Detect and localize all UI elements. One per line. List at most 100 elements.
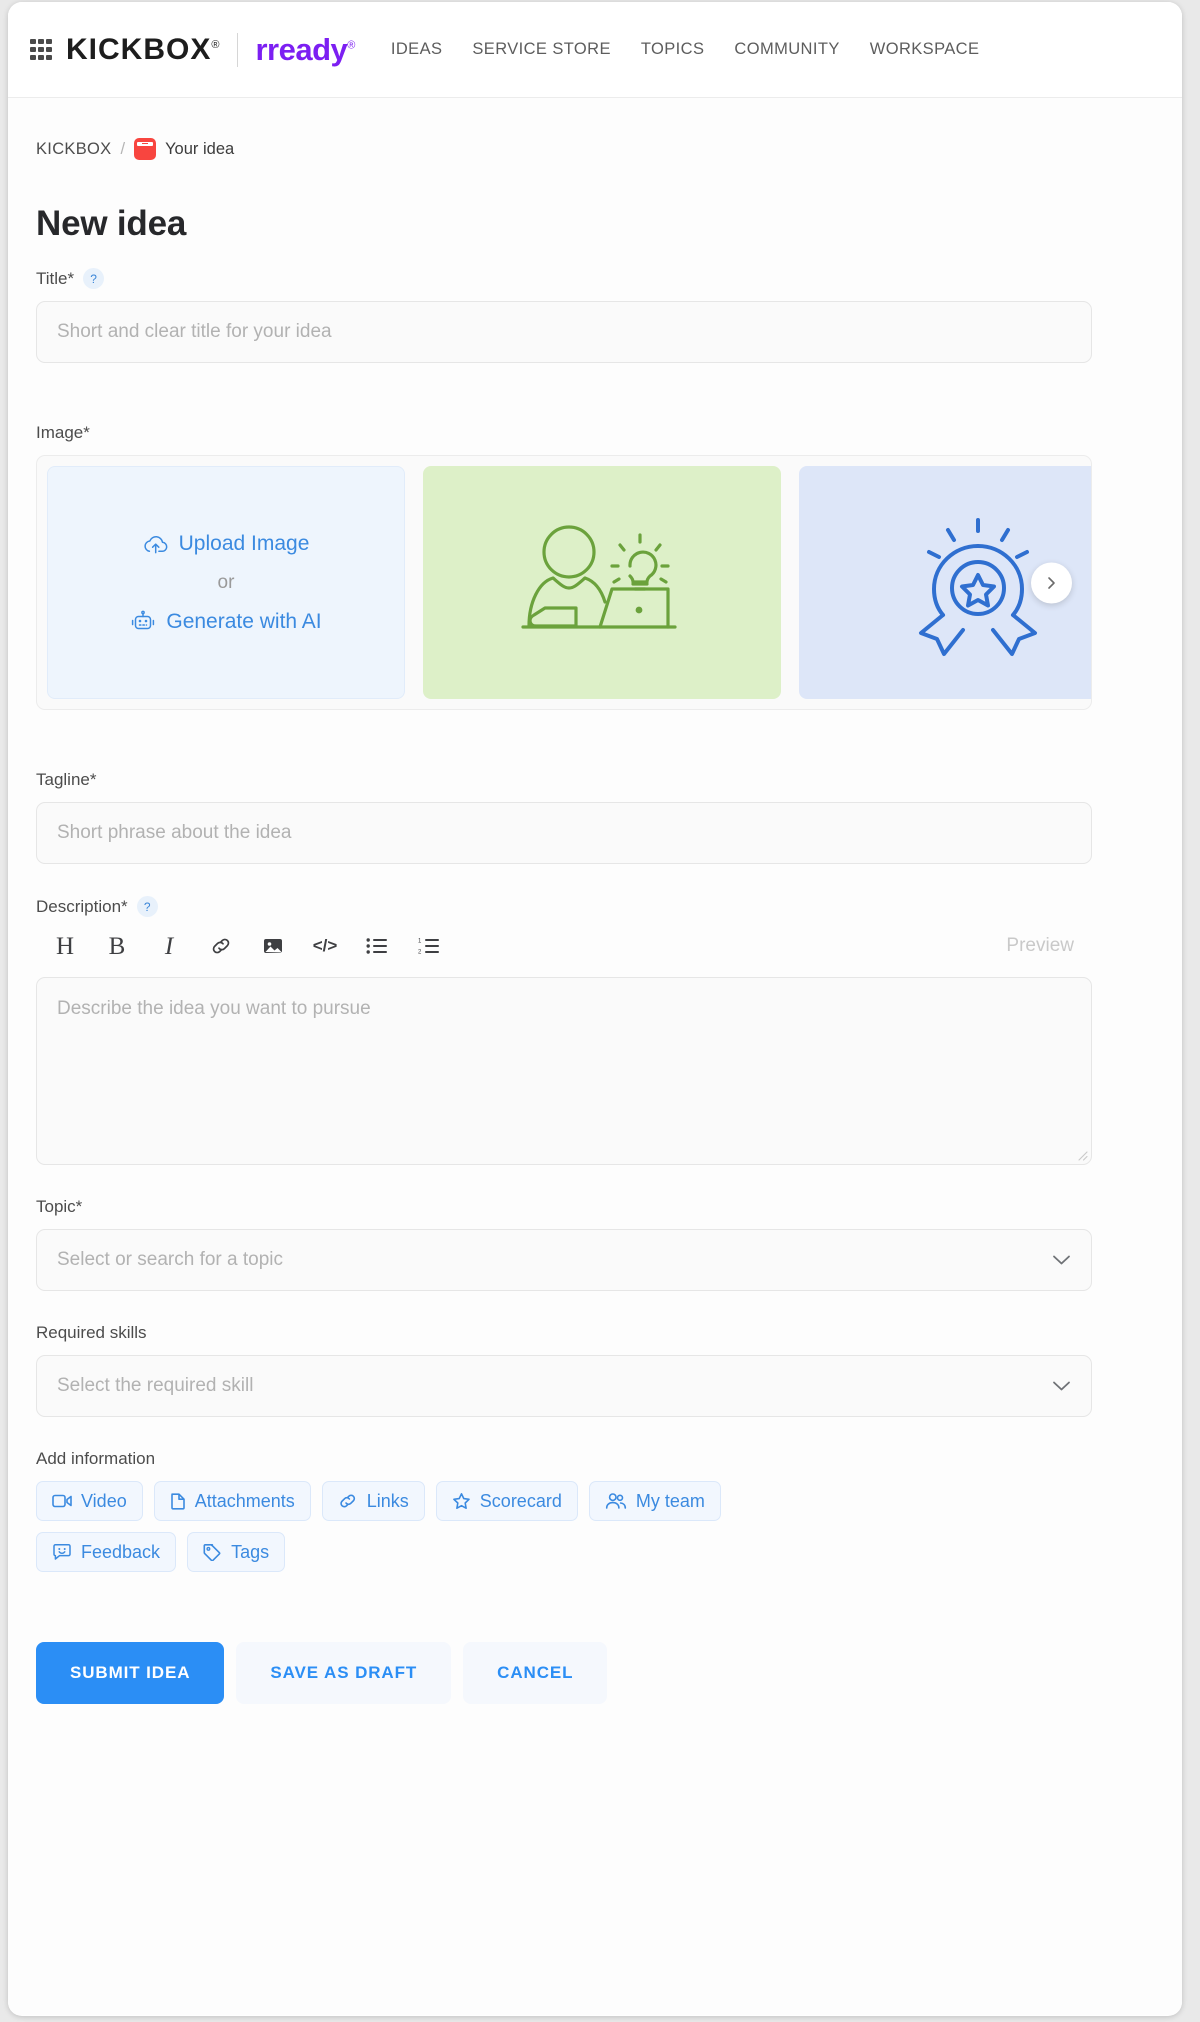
upload-image-button[interactable]: Upload Image: [143, 531, 310, 556]
required-skills-select[interactable]: Select the required skill: [36, 1355, 1092, 1417]
cancel-button[interactable]: CANCEL: [463, 1642, 608, 1704]
chip-links[interactable]: Links: [321, 1481, 425, 1521]
add-information-chip-row-1: Video Attachments Links Scorecard My tea…: [36, 1481, 1182, 1521]
breadcrumb-separator: /: [120, 139, 126, 158]
cloud-upload-icon: [143, 535, 168, 553]
people-icon: [605, 1493, 626, 1509]
chip-scorecard[interactable]: Scorecard: [435, 1481, 578, 1521]
brand-logo-kickbox-text: KICKBOX: [66, 32, 212, 66]
brand-logo-rready[interactable]: rready®: [255, 31, 355, 68]
chip-my-team[interactable]: My team: [588, 1481, 721, 1521]
video-camera-icon: [52, 1494, 72, 1508]
star-icon: [452, 1493, 470, 1509]
nav-item-topics[interactable]: TOPICS: [641, 40, 705, 59]
feedback-smiley-icon: [53, 1544, 71, 1560]
topic-field-label: Topic*: [36, 1197, 1182, 1217]
robot-icon: [132, 610, 155, 629]
chip-feedback-label: Feedback: [81, 1541, 161, 1562]
heading-icon[interactable]: H: [52, 933, 78, 959]
image-carousel: Upload Image or Generate with AI: [36, 455, 1092, 710]
tag-icon: [203, 1544, 221, 1561]
tagline-field-label: Tagline*: [36, 770, 1182, 790]
breadcrumb-item-your-idea: Your idea: [165, 139, 235, 158]
chevron-right-icon: [1048, 576, 1055, 589]
title-label-text: Title*: [36, 268, 75, 288]
nav-item-community[interactable]: COMMUNITY: [734, 40, 839, 59]
required-skills-label-text: Required skills: [36, 1323, 147, 1342]
chip-feedback[interactable]: Feedback: [36, 1532, 177, 1572]
nav-item-workspace[interactable]: WORKSPACE: [870, 40, 980, 59]
save-as-draft-button[interactable]: SAVE AS DRAFT: [236, 1642, 452, 1704]
page-content: KICKBOX / Your idea New idea Title* ? Sh…: [8, 98, 1182, 2015]
svg-text:2: 2: [418, 950, 422, 956]
question-mark-icon[interactable]: ?: [83, 268, 105, 289]
required-skills-select-value: Select the required skill: [57, 1375, 254, 1396]
chip-my-team-label: My team: [635, 1490, 705, 1511]
image-option-person-laptop-idea[interactable]: [423, 466, 781, 699]
image-field-label: Image*: [36, 423, 1182, 443]
image-icon[interactable]: [260, 933, 286, 959]
file-icon: [170, 1493, 185, 1510]
form-action-buttons: SUBMIT IDEA SAVE AS DRAFT CANCEL: [36, 1642, 1182, 1704]
title-input[interactable]: Short and clear title for your idea: [36, 301, 1092, 363]
topic-select[interactable]: Select or search for a topic: [36, 1229, 1092, 1291]
description-textarea[interactable]: Describe the idea you want to pursue: [36, 977, 1092, 1165]
bullet-list-icon[interactable]: [364, 933, 390, 959]
chip-scorecard-label: Scorecard: [479, 1490, 562, 1511]
brand-rready-registered-mark: ®: [347, 39, 355, 52]
chip-tags-label: Tags: [231, 1541, 270, 1562]
add-information-chips: Video Attachments Links Scorecard My tea…: [36, 1481, 1182, 1572]
top-navigation-bar: KICKBOX® rready® IDEAS SERVICE STORE TOP…: [8, 2, 1182, 98]
preview-toggle[interactable]: Preview: [1006, 935, 1074, 957]
description-label-text: Description*: [36, 896, 128, 916]
red-box-icon: [134, 138, 157, 160]
nav-item-service-store[interactable]: SERVICE STORE: [472, 40, 610, 59]
italic-icon[interactable]: I: [156, 933, 182, 959]
upload-or-label: or: [217, 571, 235, 593]
upload-image-label: Upload Image: [178, 531, 310, 555]
add-information-chip-row-2: Feedback Tags: [36, 1532, 1182, 1572]
chevron-down-icon: [1053, 1255, 1070, 1265]
image-label-text: Image*: [36, 423, 90, 442]
code-icon[interactable]: </>: [312, 933, 338, 959]
chip-video[interactable]: Video: [36, 1481, 143, 1521]
breadcrumb-item-kickbox[interactable]: KICKBOX: [36, 140, 111, 159]
brand-divider: [237, 32, 239, 67]
question-mark-icon[interactable]: ?: [136, 896, 158, 917]
app-launcher-grid-icon[interactable]: [30, 38, 52, 61]
description-field-label: Description* ?: [36, 896, 1182, 917]
image-upload-card[interactable]: Upload Image or Generate with AI: [47, 466, 405, 699]
chevron-down-icon: [1053, 1381, 1070, 1391]
rich-text-toolbar: H B I </> 1 2 Preview: [36, 929, 1092, 963]
carousel-next-button[interactable]: [1031, 562, 1072, 603]
bold-icon[interactable]: B: [104, 933, 130, 959]
svg-text:1: 1: [418, 939, 422, 945]
brand-logo-rready-text: rready: [255, 31, 348, 67]
generate-with-ai-button[interactable]: Generate with AI: [130, 609, 322, 634]
topic-select-value: Select or search for a topic: [57, 1249, 283, 1270]
numbered-list-icon[interactable]: 1 2: [416, 933, 442, 959]
generate-with-ai-label: Generate with AI: [166, 609, 322, 633]
chip-attachments-label: Attachments: [194, 1490, 295, 1511]
chip-tags[interactable]: Tags: [187, 1532, 286, 1572]
browser-window: KICKBOX® rready® IDEAS SERVICE STORE TOP…: [8, 2, 1182, 2016]
breadcrumb: KICKBOX / Your idea: [36, 138, 1182, 160]
add-information-label: Add information: [36, 1449, 1182, 1469]
page-title: New idea: [36, 204, 187, 243]
chip-video-label: Video: [81, 1490, 127, 1511]
tagline-input[interactable]: Short phrase about the idea: [36, 802, 1092, 864]
brand-registered-mark: ®: [211, 38, 221, 51]
link-icon[interactable]: [208, 933, 234, 959]
submit-idea-button[interactable]: SUBMIT IDEA: [36, 1642, 225, 1704]
title-field-label: Title* ?: [36, 268, 1182, 289]
illustration-person-laptop-idea-icon: [521, 524, 677, 629]
nav-item-ideas[interactable]: IDEAS: [391, 40, 443, 59]
link-chain-icon: [340, 1494, 355, 1508]
textarea-resize-handle[interactable]: [1075, 1148, 1088, 1161]
topic-label-text: Topic*: [36, 1197, 83, 1216]
chip-attachments[interactable]: Attachments: [153, 1481, 311, 1521]
main-nav-links: IDEAS SERVICE STORE TOPICS COMMUNITY WOR…: [391, 40, 980, 59]
chip-links-label: Links: [366, 1490, 409, 1511]
brand-logo-kickbox[interactable]: KICKBOX®: [66, 33, 220, 67]
add-information-label-text: Add information: [36, 1449, 156, 1468]
